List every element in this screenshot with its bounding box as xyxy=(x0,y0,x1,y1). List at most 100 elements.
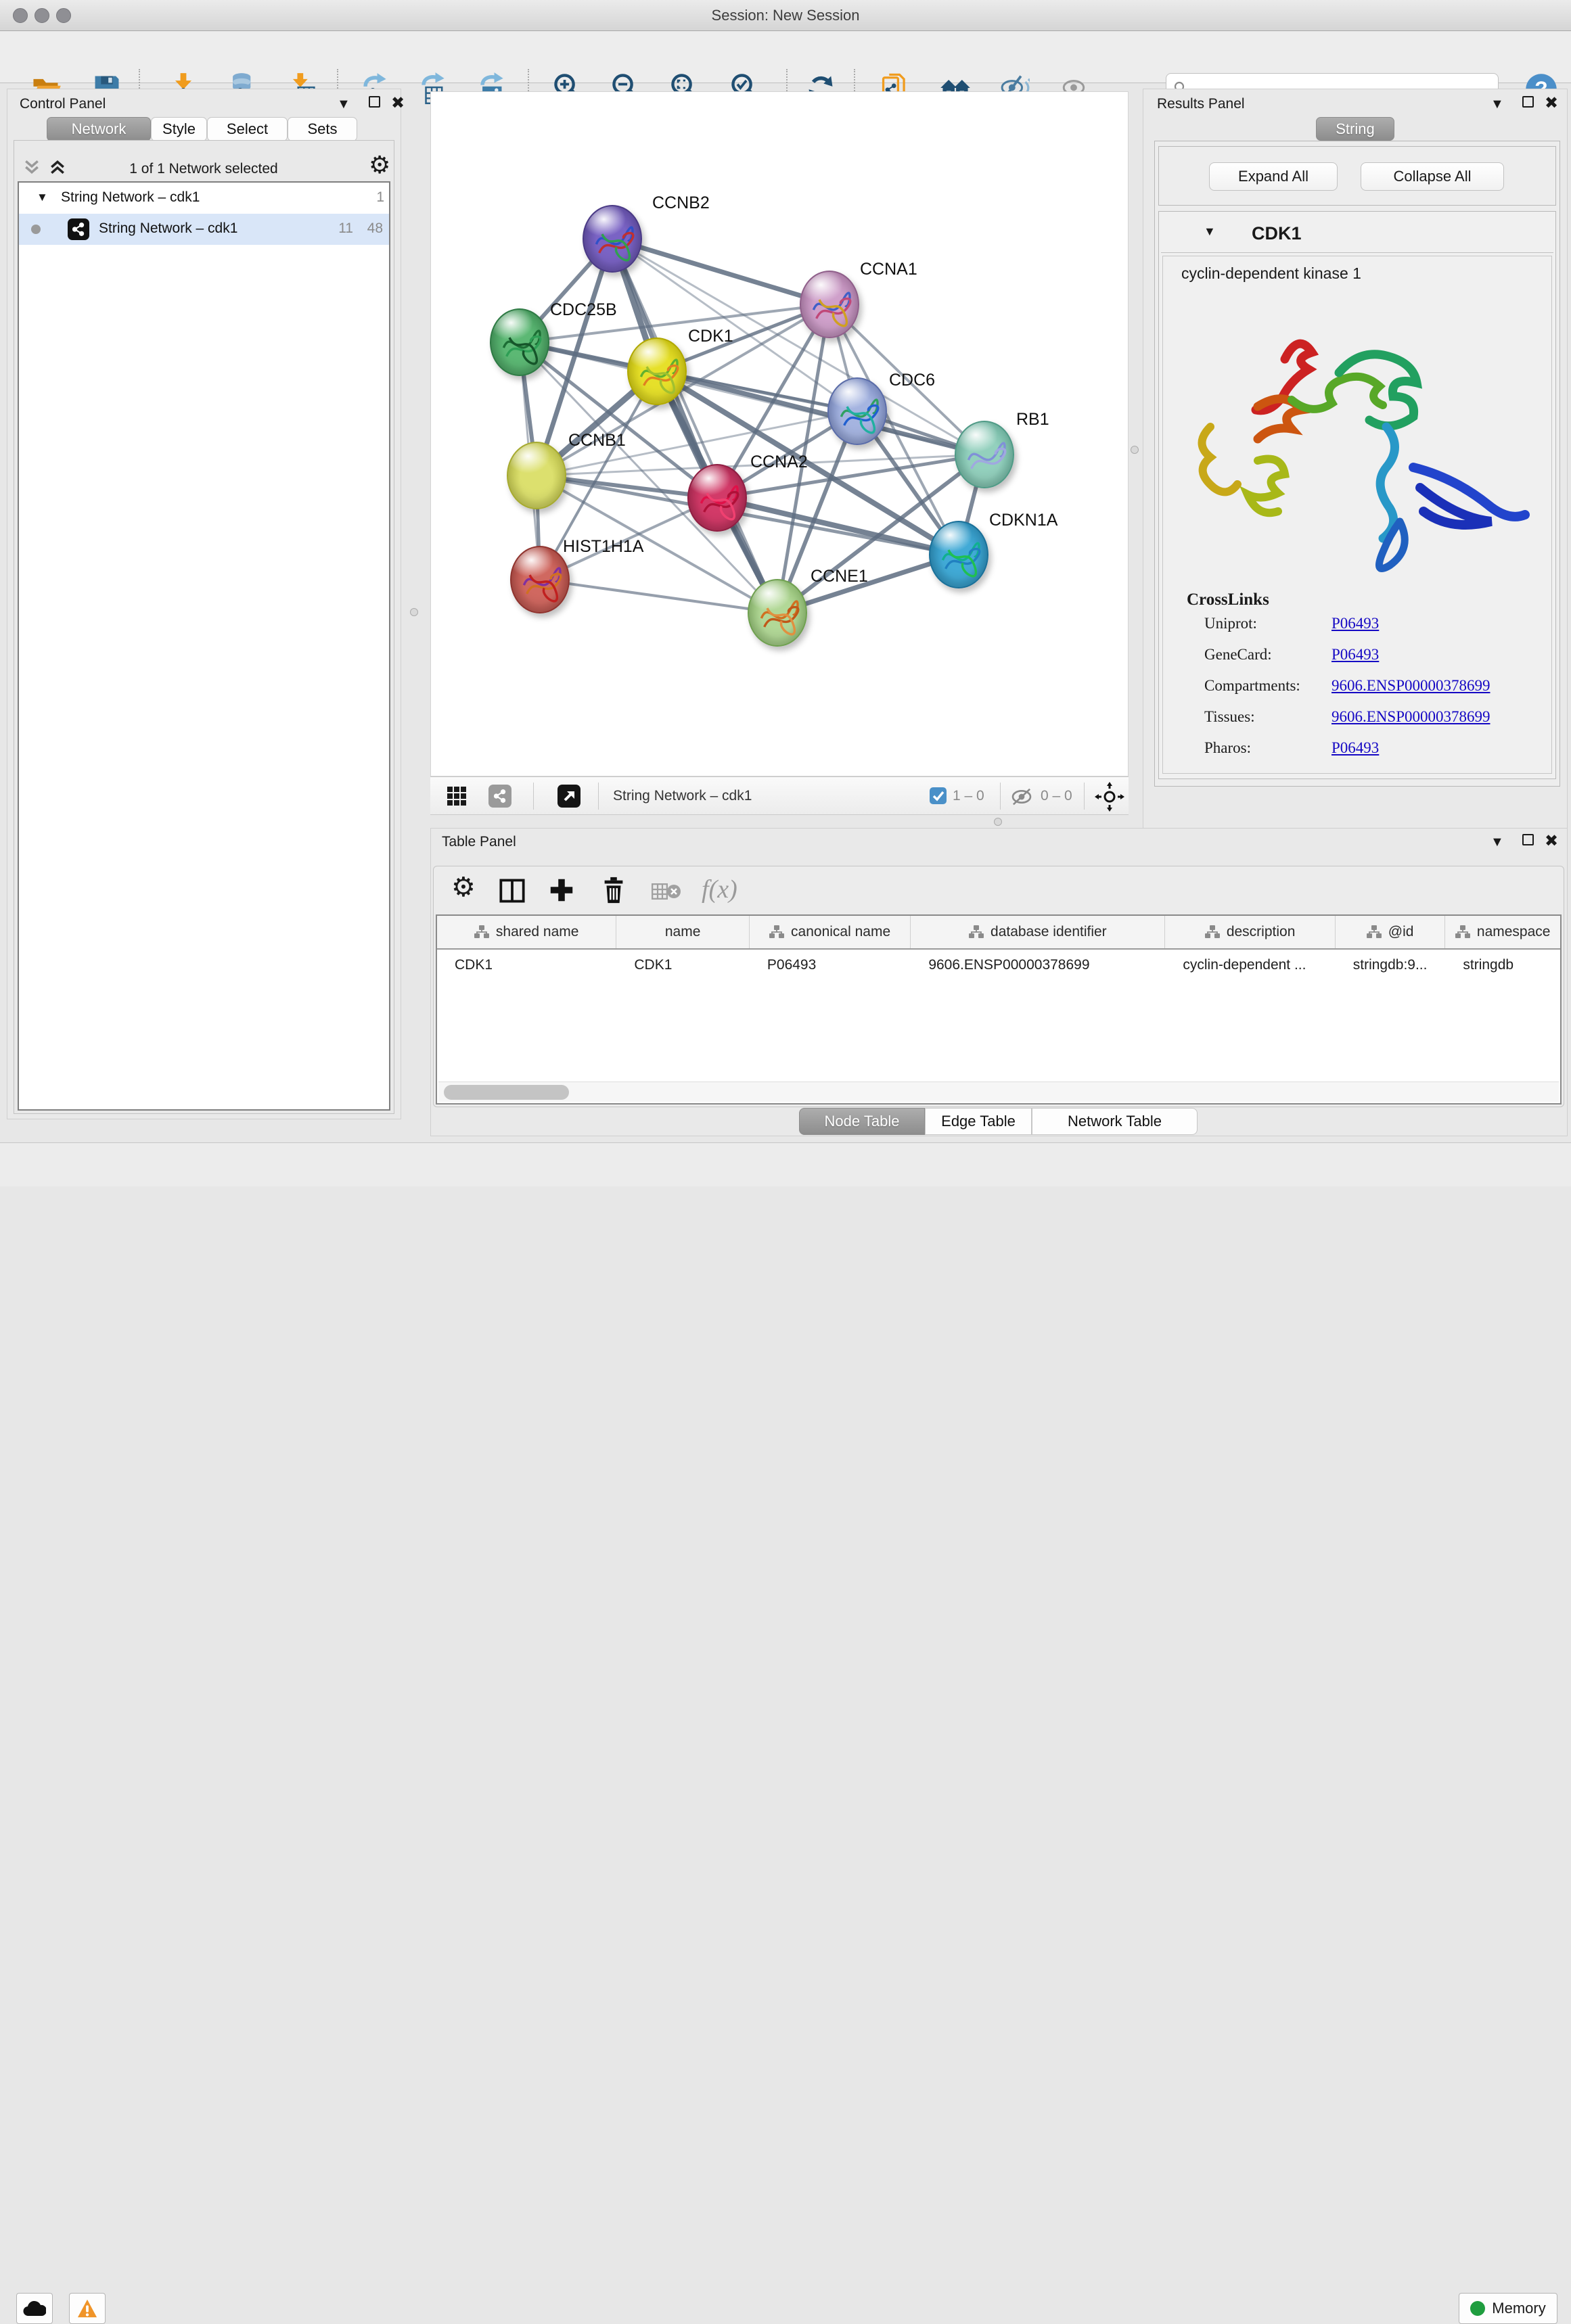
table-row[interactable]: CDK1 CDK1 P06493 9606.ENSP00000378699 cy… xyxy=(437,950,1560,981)
delete-column-icon[interactable] xyxy=(600,876,627,904)
tab-edge-table[interactable]: Edge Table xyxy=(925,1108,1032,1135)
network-node-label: CCNB1 xyxy=(568,431,626,450)
panel-menu-icon[interactable]: ▼ xyxy=(1490,835,1504,849)
crosslink-label: GeneCard: xyxy=(1204,646,1272,664)
tab-node-table[interactable]: Node Table xyxy=(799,1108,925,1135)
hidden-eye-icon[interactable] xyxy=(1009,788,1034,806)
show-columns-icon[interactable] xyxy=(499,877,526,904)
network-node-rb1[interactable] xyxy=(955,421,1014,488)
panel-float-icon[interactable] xyxy=(1522,834,1534,845)
table-horizontal-scrollbar[interactable] xyxy=(438,1082,1559,1102)
tab-network[interactable]: Network xyxy=(47,117,151,141)
tab-select[interactable]: Select xyxy=(207,117,288,141)
network-node-cdc6[interactable] xyxy=(827,377,887,445)
column-header-id[interactable]: @id xyxy=(1336,916,1446,948)
table-options-gear-icon[interactable]: ⚙ xyxy=(451,872,476,903)
warnings-button[interactable] xyxy=(69,2293,106,2324)
left-splitter-handle[interactable] xyxy=(410,608,418,616)
protein-structure-thumbnail xyxy=(938,537,982,580)
network-node-label: RB1 xyxy=(1016,410,1049,429)
network-node-count: 11 xyxy=(329,220,353,237)
network-options-gear-icon[interactable]: ⚙ xyxy=(369,151,390,179)
protein-structure-thumbnail xyxy=(592,221,635,264)
crosslink-genecard-link[interactable]: P06493 xyxy=(1331,646,1379,664)
node-table[interactable]: shared name name canonical name database… xyxy=(436,914,1562,1105)
protein-structure-thumbnail xyxy=(757,595,800,638)
add-column-icon[interactable] xyxy=(547,876,576,904)
gene-collapse-icon[interactable]: ▼ xyxy=(1204,225,1216,239)
network-node-ccnb2[interactable] xyxy=(583,205,642,273)
tab-style[interactable]: Style xyxy=(151,117,207,141)
network-node-cdc25b[interactable] xyxy=(490,308,549,376)
network-node-ccne1[interactable] xyxy=(748,579,807,647)
network-share-icon[interactable] xyxy=(488,785,511,808)
collection-label: String Network – cdk1 xyxy=(61,189,200,206)
expand-all-icon[interactable] xyxy=(49,160,66,175)
cloud-status-button[interactable] xyxy=(16,2293,53,2324)
cell-description[interactable]: cyclin-dependent ... xyxy=(1165,950,1335,981)
cell-name[interactable]: CDK1 xyxy=(616,950,750,981)
collapse-all-icon[interactable] xyxy=(24,160,40,175)
gene-header-row[interactable]: ▼ CDK1 xyxy=(1161,215,1553,253)
network-edge[interactable] xyxy=(612,239,777,613)
cell-database-identifier[interactable]: 9606.ENSP00000378699 xyxy=(911,950,1165,981)
tab-network-table[interactable]: Network Table xyxy=(1032,1108,1198,1135)
expand-all-button[interactable]: Expand All xyxy=(1209,162,1338,191)
panel-close-icon[interactable]: ✖ xyxy=(1545,833,1558,850)
column-header-canonical-name[interactable]: canonical name xyxy=(750,916,911,948)
tree-column-icon xyxy=(1455,925,1470,939)
column-header-name[interactable]: name xyxy=(616,916,750,948)
panel-close-icon[interactable]: ✖ xyxy=(1545,95,1558,112)
open-in-window-icon[interactable] xyxy=(557,785,580,808)
network-node-cdkn1a[interactable] xyxy=(929,521,988,588)
memory-button[interactable]: Memory xyxy=(1459,2293,1557,2324)
crosslink-uniprot-link[interactable]: P06493 xyxy=(1331,615,1379,632)
selected-checkbox-icon[interactable] xyxy=(930,787,947,804)
network-node-ccnb1[interactable] xyxy=(507,442,566,509)
tab-sets[interactable]: Sets xyxy=(288,117,357,141)
panel-menu-icon[interactable]: ▼ xyxy=(1490,97,1504,111)
network-node-label: CCNA2 xyxy=(750,452,808,472)
scrollbar-thumb[interactable] xyxy=(444,1085,569,1100)
panel-float-icon[interactable] xyxy=(1522,96,1534,108)
panel-menu-icon[interactable]: ▼ xyxy=(337,97,350,111)
column-header-shared-name[interactable]: shared name xyxy=(437,916,616,948)
tab-string-results[interactable]: String xyxy=(1316,117,1394,141)
crosslink-tissues-link[interactable]: 9606.ENSP00000378699 xyxy=(1331,708,1490,726)
network-node-cdk1[interactable] xyxy=(627,338,687,405)
column-header-description[interactable]: description xyxy=(1165,916,1335,948)
protein-structure-thumbnail xyxy=(637,354,680,397)
network-edge[interactable] xyxy=(612,239,829,304)
grid-view-icon[interactable] xyxy=(447,786,467,806)
function-builder-icon[interactable]: f(x) xyxy=(702,875,737,904)
network-canvas[interactable]: CCNB2CCNA1CDC25BCDK1CDC6RB1CCNB1CCNA2CDK… xyxy=(430,91,1129,776)
panel-close-icon[interactable]: ✖ xyxy=(391,95,405,112)
network-row-selected[interactable]: String Network – cdk1 11 48 xyxy=(19,214,389,245)
bottom-splitter-handle[interactable] xyxy=(994,818,1002,826)
cell-id[interactable]: stringdb:9... xyxy=(1336,950,1446,981)
network-node-hist1h1a[interactable] xyxy=(510,546,570,613)
column-header-database-identifier[interactable]: database identifier xyxy=(911,916,1165,948)
network-edge[interactable] xyxy=(540,580,777,613)
cell-namespace[interactable]: stringdb xyxy=(1445,950,1560,981)
birdseye-crosshair-icon[interactable] xyxy=(1095,782,1124,812)
panel-float-icon[interactable] xyxy=(369,96,380,108)
delete-table-icon[interactable] xyxy=(652,881,681,902)
collection-expand-icon[interactable]: ▼ xyxy=(37,191,48,204)
crosslink-compartments-link[interactable]: 9606.ENSP00000378699 xyxy=(1331,677,1490,695)
network-node-label: CCNE1 xyxy=(811,567,868,586)
column-header-namespace[interactable]: namespace xyxy=(1445,916,1560,948)
collapse-all-button[interactable]: Collapse All xyxy=(1361,162,1504,191)
control-panel-title: Control Panel xyxy=(20,96,106,112)
table-panel-title: Table Panel xyxy=(442,834,516,850)
network-node-ccna1[interactable] xyxy=(800,271,859,338)
crosslink-pharos-link[interactable]: P06493 xyxy=(1331,739,1379,757)
network-collection-row[interactable]: ▼ String Network – cdk1 1 xyxy=(19,183,389,214)
protein-structure-thumbnail xyxy=(964,437,1007,480)
network-selection-status: 1 of 1 Network selected xyxy=(82,161,325,177)
cell-shared-name[interactable]: CDK1 xyxy=(437,950,616,981)
right-splitter-handle[interactable] xyxy=(1131,446,1139,454)
protein-structure-thumbnail xyxy=(499,325,543,368)
cell-canonical-name[interactable]: P06493 xyxy=(750,950,911,981)
network-node-ccna2[interactable] xyxy=(687,464,747,532)
